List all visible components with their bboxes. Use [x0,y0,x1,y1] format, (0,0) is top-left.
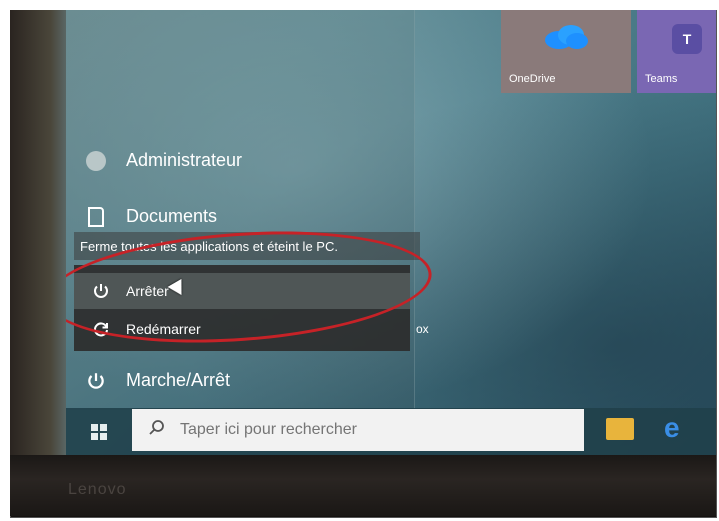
teams-icon: T [672,24,702,54]
edge-browser-icon[interactable]: e [664,412,680,444]
start-menu-power-label: Marche/Arrêt [126,370,231,390]
screen: OneDrive T Teams Administrateur Document… [66,10,716,456]
file-explorer-icon[interactable] [606,418,634,440]
bezel-left [10,10,68,460]
device-brand-logo: Lenovo [68,481,127,498]
cloud-icon [545,25,588,49]
start-menu-user-label: Administrateur [126,150,243,170]
power-icon [86,371,106,391]
taskbar: e [66,408,716,456]
partial-text: ox [416,322,429,336]
tile-onedrive-label: OneDrive [509,73,556,85]
tile-teams-label: Teams [645,73,678,85]
search-input[interactable] [178,420,542,440]
photo-frame: OneDrive T Teams Administrateur Document… [0,0,719,521]
tile-onedrive[interactable]: OneDrive [501,10,631,93]
tile-teams[interactable]: T Teams [637,10,716,93]
search-icon [148,419,166,442]
user-avatar-icon [86,150,106,171]
start-menu-documents[interactable]: Documents [86,206,217,227]
start-menu-power[interactable]: Marche/Arrêt [86,370,230,391]
start-button[interactable] [76,408,122,456]
windows-logo-icon [91,424,107,440]
start-menu-user[interactable]: Administrateur [86,150,242,171]
bezel-bottom: Lenovo [10,455,716,516]
taskbar-search[interactable] [132,409,584,451]
document-icon [88,206,104,227]
start-menu-documents-label: Documents [126,206,218,226]
